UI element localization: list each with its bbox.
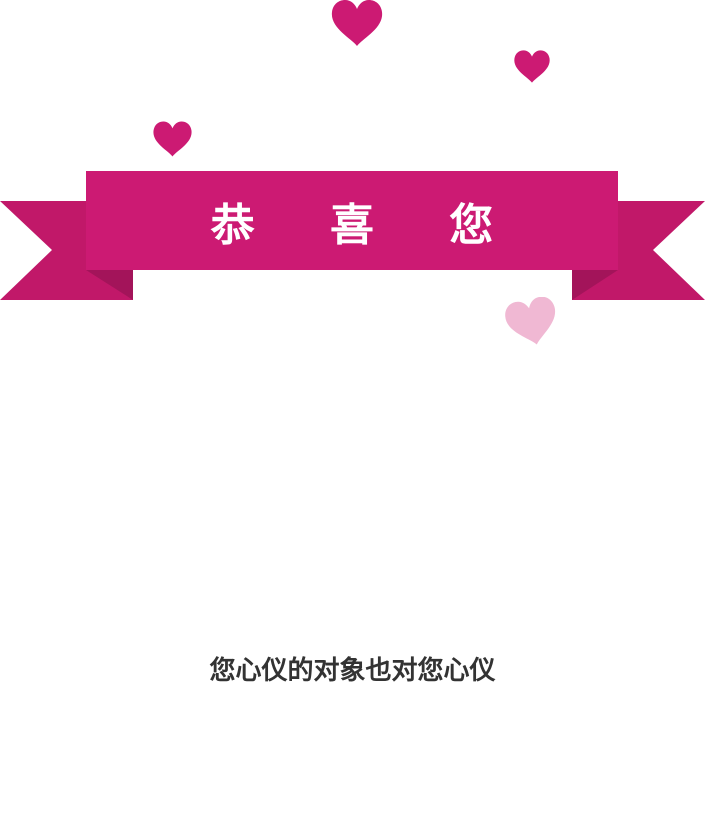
heart-icon (331, 0, 383, 46)
heart-icon (505, 297, 556, 345)
ribbon-title: 恭 喜 您 (210, 200, 524, 251)
match-message: 您心仪的对象也对您心仪 (209, 656, 496, 686)
ribbon-banner: 恭 喜 您 (0, 170, 705, 302)
heart-icon (514, 50, 550, 83)
match-success-page: 恭 喜 您 您心仪的对象也对您心仪 (0, 0, 705, 834)
heart-icon (153, 121, 192, 157)
